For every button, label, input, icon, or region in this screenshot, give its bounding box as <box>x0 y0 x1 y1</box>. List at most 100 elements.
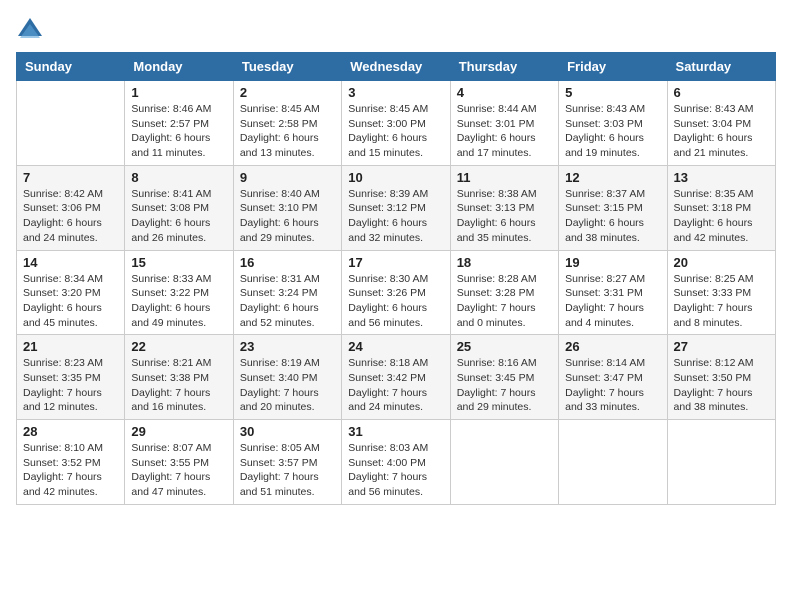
day-info: Sunrise: 8:45 AMSunset: 3:00 PMDaylight:… <box>348 102 443 161</box>
calendar-day-cell: 25 Sunrise: 8:16 AMSunset: 3:45 PMDayligh… <box>450 335 558 420</box>
calendar-day-cell <box>559 420 667 505</box>
day-number: 30 <box>240 424 335 439</box>
day-info: Sunrise: 8:31 AMSunset: 3:24 PMDaylight:… <box>240 272 335 331</box>
day-info: Sunrise: 8:18 AMSunset: 3:42 PMDaylight:… <box>348 356 443 415</box>
calendar-day-cell <box>450 420 558 505</box>
header-saturday: Saturday <box>667 53 775 81</box>
calendar-day-cell: 8 Sunrise: 8:41 AMSunset: 3:08 PMDaylight… <box>125 165 233 250</box>
calendar-week-row: 7 Sunrise: 8:42 AMSunset: 3:06 PMDaylight… <box>17 165 776 250</box>
calendar-day-cell: 31 Sunrise: 8:03 AMSunset: 4:00 PMDayligh… <box>342 420 450 505</box>
day-number: 25 <box>457 339 552 354</box>
calendar-day-cell: 6 Sunrise: 8:43 AMSunset: 3:04 PMDaylight… <box>667 81 775 166</box>
calendar-day-cell: 11Sunrise: 8:38 AMSunset: 3:13 PMDayligh… <box>450 165 558 250</box>
day-number: 9 <box>240 170 335 185</box>
calendar-day-cell: 2 Sunrise: 8:45 AMSunset: 2:58 PMDaylight… <box>233 81 341 166</box>
day-number: 19 <box>565 255 660 270</box>
day-info: Sunrise: 8:03 AMSunset: 4:00 PMDaylight:… <box>348 441 443 500</box>
day-info: Sunrise: 8:37 AMSunset: 3:15 PMDaylight:… <box>565 187 660 246</box>
calendar-day-cell: 20 Sunrise: 8:25 AMSunset: 3:33 PMDayligh… <box>667 250 775 335</box>
day-info: Sunrise: 8:19 AMSunset: 3:40 PMDaylight:… <box>240 356 335 415</box>
calendar-day-cell: 17 Sunrise: 8:30 AMSunset: 3:26 PMDayligh… <box>342 250 450 335</box>
calendar-day-cell: 26 Sunrise: 8:14 AMSunset: 3:47 PMDayligh… <box>559 335 667 420</box>
day-number: 12 <box>565 170 660 185</box>
calendar-day-cell: 28Sunrise: 8:10 AMSunset: 3:52 PMDayligh… <box>17 420 125 505</box>
day-info: Sunrise: 8:16 AMSunset: 3:45 PMDaylight:… <box>457 356 552 415</box>
day-info: Sunrise: 8:33 AMSunset: 3:22 PMDaylight:… <box>131 272 226 331</box>
calendar-day-cell: 29 Sunrise: 8:07 AMSunset: 3:55 PMDayligh… <box>125 420 233 505</box>
calendar-day-cell <box>667 420 775 505</box>
day-number: 13 <box>674 170 769 185</box>
day-info: Sunrise: 8:42 AMSunset: 3:06 PMDaylight:… <box>23 187 118 246</box>
day-number: 1 <box>131 85 226 100</box>
day-info: Sunrise: 8:46 AMSunset: 2:57 PMDaylight:… <box>131 102 226 161</box>
day-number: 5 <box>565 85 660 100</box>
calendar-day-cell: 7 Sunrise: 8:42 AMSunset: 3:06 PMDaylight… <box>17 165 125 250</box>
day-number: 31 <box>348 424 443 439</box>
header-friday: Friday <box>559 53 667 81</box>
calendar-day-cell <box>17 81 125 166</box>
day-number: 29 <box>131 424 226 439</box>
day-number: 17 <box>348 255 443 270</box>
calendar-header-row: SundayMondayTuesdayWednesdayThursdayFrid… <box>17 53 776 81</box>
day-info: Sunrise: 8:23 AMSunset: 3:35 PMDaylight:… <box>23 356 118 415</box>
calendar-day-cell: 3 Sunrise: 8:45 AMSunset: 3:00 PMDaylight… <box>342 81 450 166</box>
day-info: Sunrise: 8:05 AMSunset: 3:57 PMDaylight:… <box>240 441 335 500</box>
day-number: 2 <box>240 85 335 100</box>
header-monday: Monday <box>125 53 233 81</box>
header-tuesday: Tuesday <box>233 53 341 81</box>
day-info: Sunrise: 8:43 AMSunset: 3:04 PMDaylight:… <box>674 102 769 161</box>
calendar-day-cell: 5 Sunrise: 8:43 AMSunset: 3:03 PMDaylight… <box>559 81 667 166</box>
day-number: 26 <box>565 339 660 354</box>
calendar-week-row: 21 Sunrise: 8:23 AMSunset: 3:35 PMDayligh… <box>17 335 776 420</box>
day-info: Sunrise: 8:34 AMSunset: 3:20 PMDaylight:… <box>23 272 118 331</box>
day-info: Sunrise: 8:14 AMSunset: 3:47 PMDaylight:… <box>565 356 660 415</box>
day-info: Sunrise: 8:35 AMSunset: 3:18 PMDaylight:… <box>674 187 769 246</box>
day-info: Sunrise: 8:27 AMSunset: 3:31 PMDaylight:… <box>565 272 660 331</box>
day-info: Sunrise: 8:21 AMSunset: 3:38 PMDaylight:… <box>131 356 226 415</box>
calendar-week-row: 14 Sunrise: 8:34 AMSunset: 3:20 PMDayligh… <box>17 250 776 335</box>
day-number: 15 <box>131 255 226 270</box>
calendar-day-cell: 16 Sunrise: 8:31 AMSunset: 3:24 PMDayligh… <box>233 250 341 335</box>
day-number: 16 <box>240 255 335 270</box>
day-info: Sunrise: 8:40 AMSunset: 3:10 PMDaylight:… <box>240 187 335 246</box>
calendar-day-cell: 24Sunrise: 8:18 AMSunset: 3:42 PMDayligh… <box>342 335 450 420</box>
calendar-day-cell: 23 Sunrise: 8:19 AMSunset: 3:40 PMDayligh… <box>233 335 341 420</box>
calendar-week-row: 1 Sunrise: 8:46 AMSunset: 2:57 PMDaylight… <box>17 81 776 166</box>
calendar-day-cell: 15 Sunrise: 8:33 AMSunset: 3:22 PMDayligh… <box>125 250 233 335</box>
day-number: 23 <box>240 339 335 354</box>
calendar-day-cell: 30 Sunrise: 8:05 AMSunset: 3:57 PMDayligh… <box>233 420 341 505</box>
day-number: 22 <box>131 339 226 354</box>
calendar-day-cell: 27Sunrise: 8:12 AMSunset: 3:50 PMDayligh… <box>667 335 775 420</box>
day-info: Sunrise: 8:43 AMSunset: 3:03 PMDaylight:… <box>565 102 660 161</box>
day-number: 28 <box>23 424 118 439</box>
day-info: Sunrise: 8:39 AMSunset: 3:12 PMDaylight:… <box>348 187 443 246</box>
day-number: 7 <box>23 170 118 185</box>
day-info: Sunrise: 8:30 AMSunset: 3:26 PMDaylight:… <box>348 272 443 331</box>
calendar-day-cell: 12 Sunrise: 8:37 AMSunset: 3:15 PMDayligh… <box>559 165 667 250</box>
day-info: Sunrise: 8:28 AMSunset: 3:28 PMDaylight:… <box>457 272 552 331</box>
day-info: Sunrise: 8:44 AMSunset: 3:01 PMDaylight:… <box>457 102 552 161</box>
day-number: 6 <box>674 85 769 100</box>
day-number: 18 <box>457 255 552 270</box>
calendar-day-cell: 19 Sunrise: 8:27 AMSunset: 3:31 PMDayligh… <box>559 250 667 335</box>
day-info: Sunrise: 8:45 AMSunset: 2:58 PMDaylight:… <box>240 102 335 161</box>
calendar-day-cell: 22 Sunrise: 8:21 AMSunset: 3:38 PMDayligh… <box>125 335 233 420</box>
day-number: 4 <box>457 85 552 100</box>
day-info: Sunrise: 8:25 AMSunset: 3:33 PMDaylight:… <box>674 272 769 331</box>
calendar-week-row: 28Sunrise: 8:10 AMSunset: 3:52 PMDayligh… <box>17 420 776 505</box>
day-number: 20 <box>674 255 769 270</box>
header-sunday: Sunday <box>17 53 125 81</box>
day-number: 27 <box>674 339 769 354</box>
logo <box>16 16 48 44</box>
day-number: 21 <box>23 339 118 354</box>
day-number: 10 <box>348 170 443 185</box>
day-info: Sunrise: 8:41 AMSunset: 3:08 PMDaylight:… <box>131 187 226 246</box>
calendar-day-cell: 10 Sunrise: 8:39 AMSunset: 3:12 PMDayligh… <box>342 165 450 250</box>
day-number: 3 <box>348 85 443 100</box>
day-info: Sunrise: 8:07 AMSunset: 3:55 PMDaylight:… <box>131 441 226 500</box>
calendar-day-cell: 13 Sunrise: 8:35 AMSunset: 3:18 PMDayligh… <box>667 165 775 250</box>
day-number: 14 <box>23 255 118 270</box>
day-number: 8 <box>131 170 226 185</box>
calendar-day-cell: 21 Sunrise: 8:23 AMSunset: 3:35 PMDayligh… <box>17 335 125 420</box>
header-wednesday: Wednesday <box>342 53 450 81</box>
